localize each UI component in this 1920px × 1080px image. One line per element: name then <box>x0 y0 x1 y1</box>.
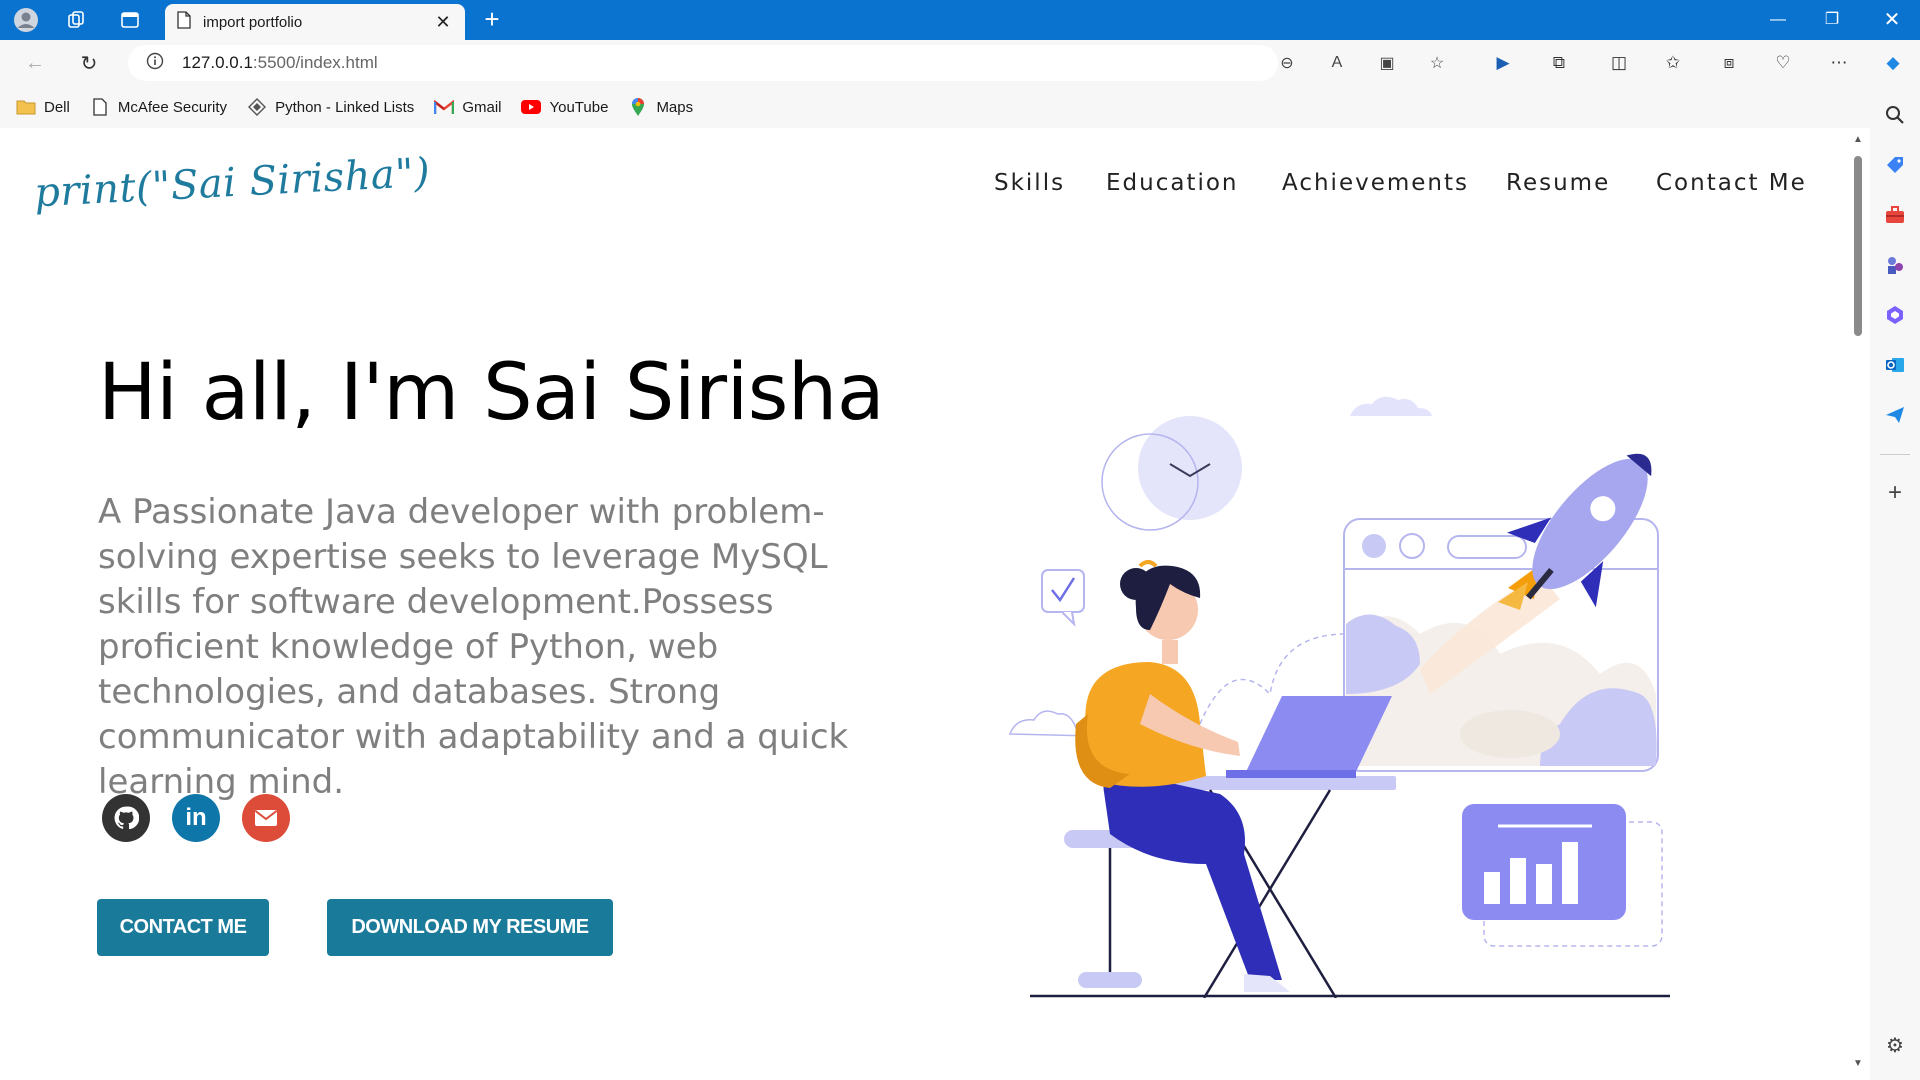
github-icon[interactable] <box>102 794 150 842</box>
bookmarks-bar: Dell McAfee Security Python - Linked Lis… <box>0 86 1920 128</box>
folder-icon <box>16 98 36 116</box>
profile-avatar-icon[interactable] <box>14 8 38 32</box>
page-scrollbar[interactable]: ▲ ▼ <box>1848 128 1868 1078</box>
tab-title: import portfolio <box>203 13 303 31</box>
site-logo[interactable]: print("Sai Sirisha") <box>33 150 431 217</box>
settings-gear-icon[interactable]: ⚙ <box>1882 1032 1908 1058</box>
favorite-star-icon[interactable]: ☆ <box>1426 52 1448 74</box>
close-window-button[interactable]: ✕ <box>1874 6 1910 34</box>
add-icon[interactable]: + <box>1882 479 1908 506</box>
bookmark-label: YouTube <box>549 98 609 116</box>
refresh-icon[interactable]: ↻ <box>74 48 104 78</box>
bookmark-python-linked-lists[interactable]: Python - Linked Lists <box>247 98 414 116</box>
page-icon <box>177 10 191 34</box>
active-tab[interactable]: import portfolio ✕ <box>165 4 465 40</box>
bookmark-dell[interactable]: Dell <box>16 98 70 116</box>
address-bar[interactable]: 127.0.0.1:5500/index.html ⊖ A ▣ ☆ <box>128 45 1444 81</box>
bookmark-label: Maps <box>656 98 694 116</box>
minimize-button[interactable]: — <box>1760 6 1796 34</box>
gmail-icon <box>434 98 455 116</box>
bookmark-label: Gmail <box>462 98 502 116</box>
send-plane-icon[interactable] <box>1882 402 1908 428</box>
copilot-icon[interactable]: ◆ <box>1880 50 1906 76</box>
bio-paragraph: A Passionate Java developer with problem… <box>98 492 849 802</box>
bookmark-gmail[interactable]: Gmail <box>434 98 501 116</box>
toolbox-icon[interactable] <box>1882 202 1908 228</box>
extensions-icon[interactable]: ⧉ <box>1546 50 1572 76</box>
games-icon[interactable] <box>1882 252 1908 278</box>
edge-sidebar: + ⚙ <box>1870 86 1920 1080</box>
nav-skills[interactable]: Skills <box>994 170 1065 196</box>
youtube-icon <box>521 98 542 116</box>
contact-me-button[interactable]: CONTACT ME <box>97 899 269 956</box>
page-viewport: print("Sai Sirisha") Skills Education Ac… <box>6 128 1844 1078</box>
search-icon[interactable] <box>1882 102 1908 128</box>
sidebar-divider <box>1880 454 1910 455</box>
bookmark-label: McAfee Security <box>117 98 228 116</box>
site-info-icon[interactable] <box>146 52 164 75</box>
shopping-tag-icon[interactable] <box>1882 152 1908 178</box>
outlook-icon[interactable] <box>1882 352 1908 378</box>
bookmark-label: Dell <box>44 98 70 116</box>
diamond-icon <box>247 98 267 116</box>
scroll-down-arrow-icon[interactable]: ▼ <box>1853 1058 1863 1069</box>
immersive-reader-icon[interactable]: ▣ <box>1376 52 1398 74</box>
linkedin-icon[interactable]: in <box>172 794 220 842</box>
play-icon[interactable]: ▶ <box>1490 50 1516 76</box>
microsoft-365-icon[interactable] <box>1882 302 1908 328</box>
vertical-tabs-icon[interactable] <box>118 8 142 32</box>
read-aloud-icon[interactable]: A <box>1326 52 1348 74</box>
bookmark-mcafee[interactable]: McAfee Security <box>90 98 227 116</box>
maps-pin-icon <box>628 98 648 116</box>
greeting-heading: Hi all, I'm Sai Sirisha <box>98 348 885 438</box>
browser-toolbar: ← ↻ 127.0.0.1:5500/index.html ⊖ A ▣ ☆ ▶ … <box>0 40 1920 86</box>
new-tab-button[interactable]: + <box>478 6 506 34</box>
linkedin-glyph: in <box>185 804 207 831</box>
collections-icon[interactable]: ⧈ <box>1716 50 1742 76</box>
bookmark-maps[interactable]: Maps <box>628 98 693 116</box>
envelope-icon[interactable] <box>242 794 290 842</box>
developer-illustration <box>1008 396 1670 998</box>
download-resume-button[interactable]: DOWNLOAD MY RESUME <box>327 899 613 956</box>
back-arrow-icon[interactable]: ← <box>20 48 50 78</box>
browser-essentials-icon[interactable]: ♡ <box>1770 50 1796 76</box>
page-icon <box>90 98 110 116</box>
url-text: 127.0.0.1:5500/index.html <box>182 53 378 72</box>
bookmark-youtube[interactable]: YouTube <box>521 98 608 116</box>
favorites-icon[interactable]: ✩ <box>1660 50 1686 76</box>
nav-achievements[interactable]: Achievements <box>1282 170 1469 196</box>
split-screen-icon[interactable]: ◫ <box>1606 50 1632 76</box>
zoom-out-icon[interactable]: ⊖ <box>1276 52 1298 74</box>
workspaces-icon[interactable] <box>64 8 88 32</box>
restore-button[interactable]: ❐ <box>1814 6 1850 34</box>
bookmark-label: Python - Linked Lists <box>275 98 415 116</box>
scroll-up-arrow-icon[interactable]: ▲ <box>1853 134 1863 145</box>
nav-contact-me[interactable]: Contact Me <box>1656 170 1807 196</box>
more-options-icon[interactable]: ⋯ <box>1826 50 1852 76</box>
browser-title-bar: import portfolio ✕ + — ❐ ✕ <box>0 0 1920 40</box>
close-tab-icon[interactable]: ✕ <box>433 12 453 33</box>
nav-resume[interactable]: Resume <box>1506 170 1610 196</box>
nav-education[interactable]: Education <box>1106 170 1239 196</box>
scroll-thumb[interactable] <box>1854 156 1862 336</box>
